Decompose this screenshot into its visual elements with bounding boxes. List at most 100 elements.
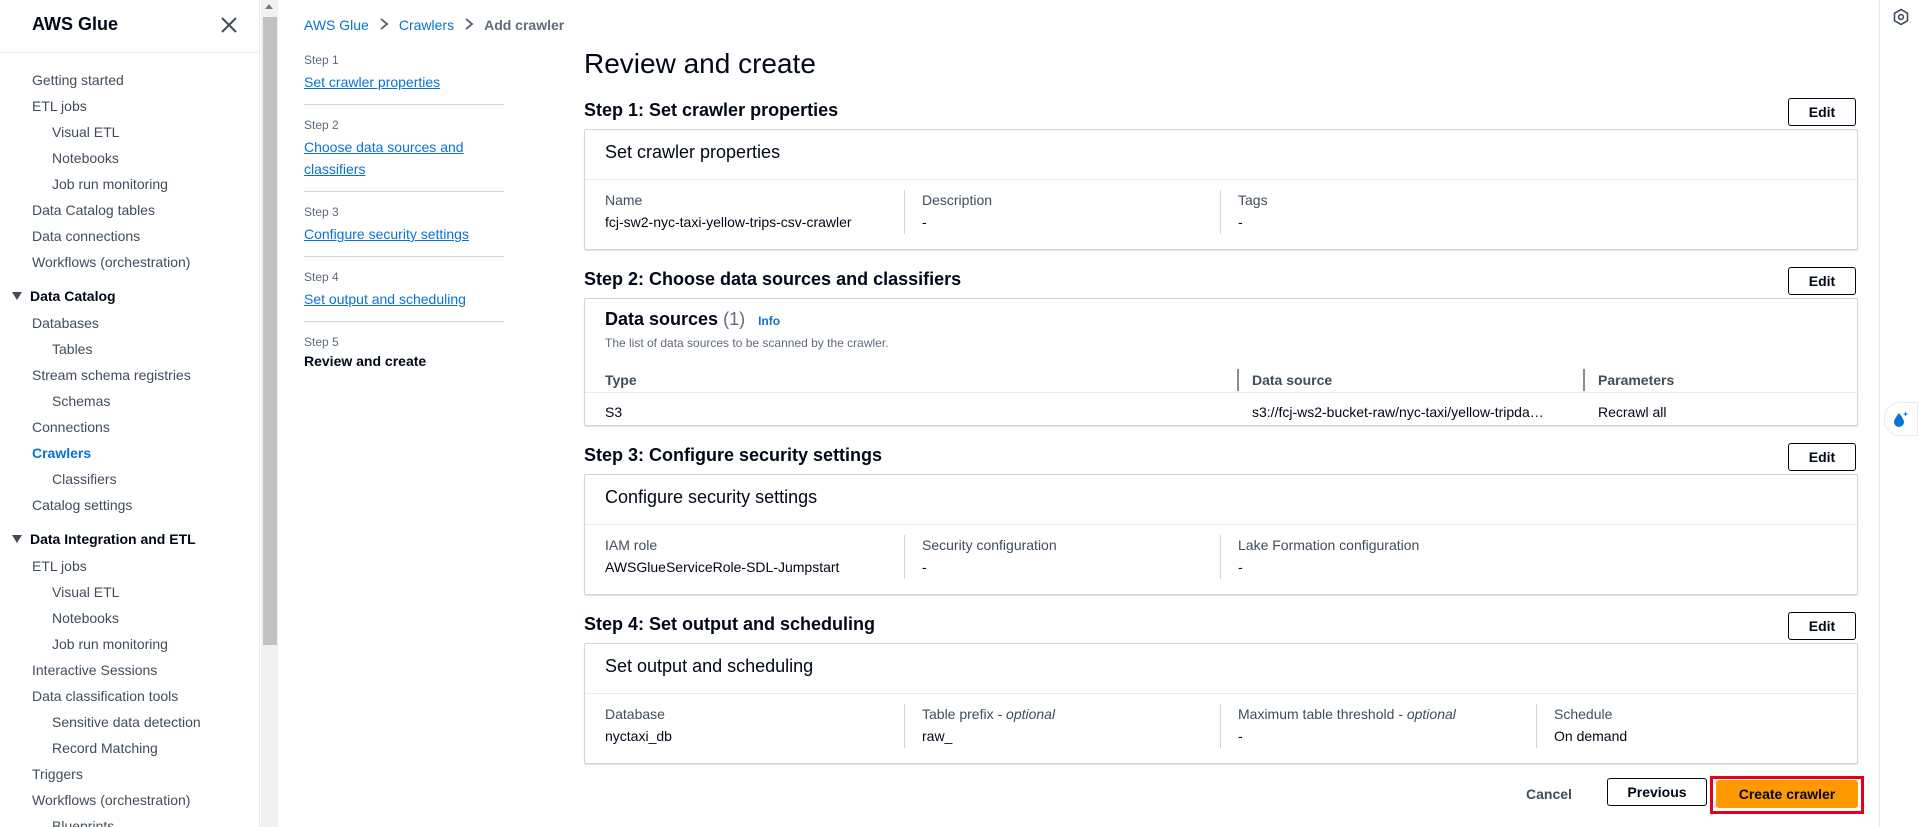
- field-value: On demand: [1554, 728, 1628, 744]
- settings-hexagon-icon[interactable]: [1892, 8, 1910, 26]
- nav-job-run-monitoring-2[interactable]: Job run monitoring: [52, 636, 168, 652]
- wizard-step-number: Step 2: [304, 118, 339, 132]
- nav-section-label: Data Integration and ETL: [30, 531, 196, 547]
- nav-getting-started[interactable]: Getting started: [32, 72, 124, 88]
- cell-parameters: Recrawl all: [1598, 404, 1667, 420]
- nav-section-data-catalog[interactable]: Data Catalog: [12, 288, 116, 304]
- nav-data-catalog-tables[interactable]: Data Catalog tables: [32, 202, 155, 218]
- field-label: Maximum table threshold - optional: [1238, 706, 1456, 722]
- column-resizer[interactable]: [1237, 369, 1239, 391]
- nav-etl-jobs[interactable]: ETL jobs: [32, 98, 87, 114]
- wizard-divider: [304, 256, 504, 257]
- nav-job-run-monitoring[interactable]: Job run monitoring: [52, 176, 168, 192]
- field-label-text: Maximum table threshold: [1238, 706, 1395, 722]
- wizard-step-link[interactable]: Configure security settings: [304, 226, 469, 242]
- assistant-tab[interactable]: [1884, 402, 1918, 436]
- close-icon[interactable]: [218, 14, 240, 36]
- nav-data-connections[interactable]: Data connections: [32, 228, 140, 244]
- previous-button[interactable]: Previous: [1607, 778, 1707, 806]
- field-value: nyctaxi_db: [605, 728, 672, 744]
- column-divider: [904, 704, 905, 748]
- field-label: IAM role: [605, 537, 658, 553]
- step2-edit-button[interactable]: Edit: [1788, 267, 1856, 295]
- nav-etl-jobs-2[interactable]: ETL jobs: [32, 558, 87, 574]
- nav-blueprints[interactable]: Blueprints: [52, 818, 114, 827]
- create-crawler-button[interactable]: Create crawler: [1716, 780, 1858, 808]
- nav-connections[interactable]: Connections: [32, 419, 110, 435]
- nav-interactive-sessions[interactable]: Interactive Sessions: [32, 662, 157, 678]
- nav-workflows-2[interactable]: Workflows (orchestration): [32, 792, 190, 808]
- main-content: AWS Glue Crawlers Add crawler Step 1 Set c…: [280, 0, 1880, 827]
- nav-header-title[interactable]: AWS Glue: [32, 14, 118, 35]
- step3-panel: Configure security settings IAM role AWS…: [584, 474, 1858, 595]
- step4-panel: Set output and scheduling Database nycta…: [584, 643, 1858, 764]
- nav-triggers[interactable]: Triggers: [32, 766, 83, 782]
- step4-edit-button[interactable]: Edit: [1788, 612, 1856, 640]
- wizard-step-current: Review and create: [304, 353, 427, 369]
- nav-stream-schema-registries[interactable]: Stream schema registries: [32, 367, 191, 383]
- page-title: Review and create: [584, 48, 816, 79]
- step3-edit-button[interactable]: Edit: [1788, 443, 1856, 471]
- nav-data-classification-tools[interactable]: Data classification tools: [32, 688, 178, 704]
- wizard-divider: [304, 104, 504, 105]
- wizard-step-2: Step 2 Choose data sources and classifie…: [304, 118, 504, 180]
- wizard-step-1: Step 1 Set crawler properties: [304, 53, 504, 93]
- panel-title: Data sources: [605, 309, 719, 329]
- column-divider: [1536, 704, 1537, 748]
- nav-crawlers[interactable]: Crawlers: [32, 445, 91, 461]
- iam-role-field: IAM role AWSGlueServiceRole-SDL-Jumpstar…: [605, 537, 839, 575]
- wizard-step-link[interactable]: Set crawler properties: [304, 74, 440, 90]
- nav-classifiers[interactable]: Classifiers: [52, 471, 117, 487]
- scroll-up-arrow-icon[interactable]: [265, 4, 273, 9]
- nav-databases[interactable]: Databases: [32, 315, 99, 331]
- wizard-step-4: Step 4 Set output and scheduling: [304, 270, 504, 310]
- nav-section-data-integration[interactable]: Data Integration and ETL: [12, 531, 196, 547]
- field-label: Tags: [1238, 192, 1268, 208]
- nav-workflows[interactable]: Workflows (orchestration): [32, 254, 190, 270]
- nav-visual-etl[interactable]: Visual ETL: [52, 124, 119, 140]
- security-configuration-field: Security configuration -: [922, 537, 1057, 575]
- nav-scrollbar[interactable]: [261, 0, 278, 827]
- nav-catalog-settings[interactable]: Catalog settings: [32, 497, 132, 513]
- column-resizer[interactable]: [1583, 369, 1585, 391]
- nav-section-label: Data Catalog: [30, 288, 116, 304]
- data-sources-count: (1): [723, 309, 746, 329]
- side-navigation: AWS Glue Getting started ETL jobs Visual…: [0, 0, 260, 827]
- info-link[interactable]: Info: [758, 314, 780, 328]
- table-prefix-field: Table prefix - optional raw_: [922, 706, 1055, 744]
- field-label: Database: [605, 706, 665, 722]
- nav-visual-etl-2[interactable]: Visual ETL: [52, 584, 119, 600]
- caret-down-icon: [12, 535, 22, 544]
- column-divider: [904, 535, 905, 579]
- wizard-step-number: Step 4: [304, 270, 339, 284]
- field-label-text: Table prefix: [922, 706, 994, 722]
- step1-heading: Step 1: Set crawler properties: [584, 100, 839, 120]
- field-label: Table prefix - optional: [922, 706, 1055, 722]
- field-value: -: [922, 559, 927, 575]
- step2-heading: Step 2: Choose data sources and classifi…: [584, 269, 962, 289]
- nav-notebooks-2[interactable]: Notebooks: [52, 610, 119, 626]
- nav-record-matching[interactable]: Record Matching: [52, 740, 158, 756]
- field-value: -: [1238, 214, 1243, 230]
- column-divider: [904, 190, 905, 234]
- nav-notebooks[interactable]: Notebooks: [52, 150, 119, 166]
- panel-divider: [585, 179, 1857, 180]
- column-header-data-source: Data source: [1252, 372, 1333, 388]
- wizard-step-link[interactable]: Set output and scheduling: [304, 291, 466, 307]
- scrollbar-thumb[interactable]: [263, 17, 277, 645]
- nav-schemas[interactable]: Schemas: [52, 393, 110, 409]
- table-header-divider: [585, 392, 1857, 393]
- data-sources-description: The list of data sources to be scanned b…: [605, 336, 889, 350]
- step4-heading: Step 4: Set output and scheduling: [584, 614, 876, 634]
- nav-tables[interactable]: Tables: [52, 341, 92, 357]
- wizard-step-link[interactable]: Choose data sources and classifiers: [304, 139, 464, 177]
- breadcrumb-aws-glue[interactable]: AWS Glue: [304, 17, 369, 33]
- panel-divider: [585, 524, 1857, 525]
- nav-sensitive-data-detection[interactable]: Sensitive data detection: [52, 714, 201, 730]
- data-sources-panel: Data sources (1) Info The list of data s…: [584, 298, 1858, 426]
- breadcrumb-crawlers[interactable]: Crawlers: [399, 17, 454, 33]
- step1-panel: Set crawler properties Name fcj-sw2-nyc-…: [584, 129, 1858, 250]
- database-field: Database nyctaxi_db: [605, 706, 672, 744]
- cancel-button[interactable]: Cancel: [1518, 782, 1580, 806]
- step1-edit-button[interactable]: Edit: [1788, 98, 1856, 126]
